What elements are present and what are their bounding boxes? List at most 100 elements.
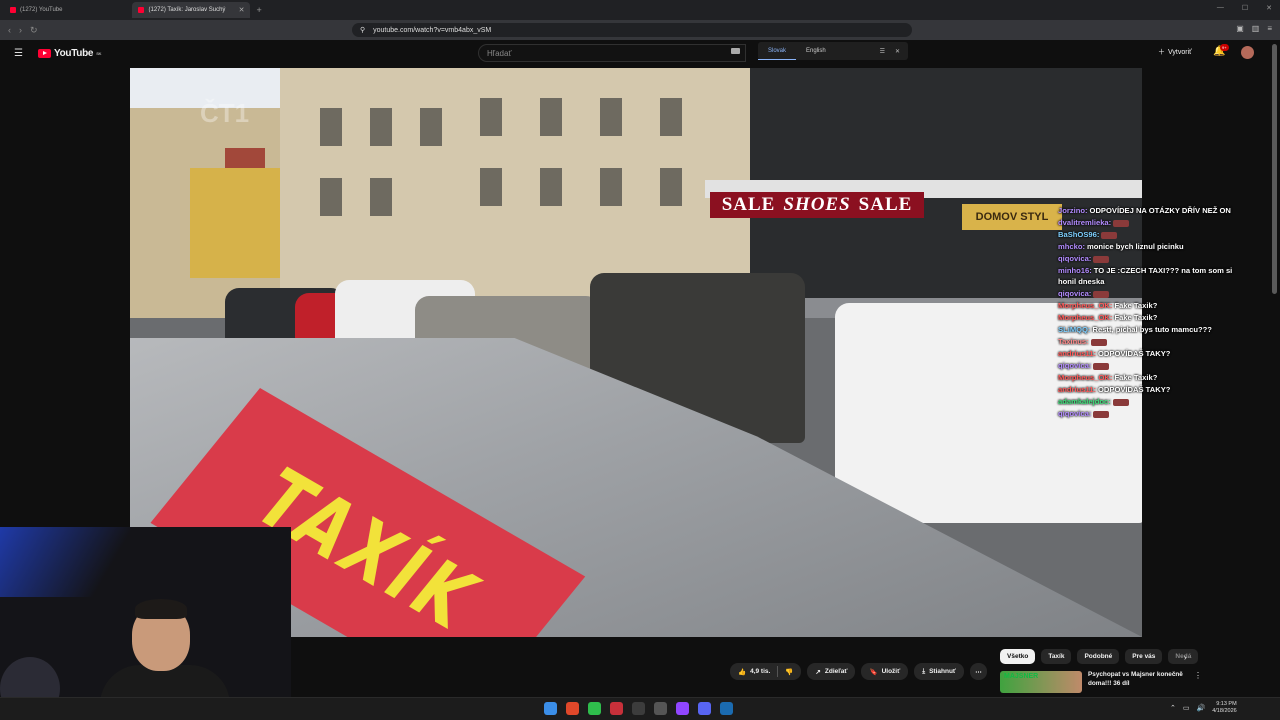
search-input[interactable]: Hľadať bbox=[478, 44, 746, 62]
chat-text: Fake Taxik? bbox=[1114, 301, 1158, 310]
chat-message: mhcko: monice bych liznul picinku bbox=[1058, 241, 1240, 252]
chip-for-you[interactable]: Pre vás bbox=[1125, 649, 1163, 664]
app-icon[interactable] bbox=[588, 702, 601, 715]
maximize-icon[interactable]: ☐ bbox=[1242, 4, 1248, 12]
steam-icon[interactable] bbox=[720, 702, 733, 715]
obs-icon[interactable] bbox=[654, 702, 667, 715]
chat-username[interactable]: qiqovica: bbox=[1058, 361, 1091, 370]
extensions-icon[interactable]: ▣ bbox=[1236, 24, 1244, 33]
site-info-icon[interactable]: ⚲ bbox=[360, 26, 365, 34]
bookmark-icon: 🔖 bbox=[869, 668, 878, 676]
discord-icon[interactable] bbox=[698, 702, 711, 715]
video-thumbnail[interactable]: MAJSNER bbox=[1000, 671, 1082, 693]
lang-english[interactable]: English bbox=[796, 42, 836, 60]
guide-menu-icon[interactable]: ☰ bbox=[14, 48, 23, 59]
page-scrollbar[interactable] bbox=[1272, 44, 1277, 294]
brave-browser-icon[interactable] bbox=[566, 702, 579, 715]
save-button[interactable]: 🔖 Uložiť bbox=[861, 663, 909, 680]
app-icon[interactable] bbox=[632, 702, 645, 715]
chat-message: BaShOS96: bbox=[1058, 229, 1240, 240]
menu-icon[interactable]: ≡ bbox=[1267, 24, 1272, 33]
chat-username[interactable]: qiqovica: bbox=[1058, 254, 1091, 263]
close-window-icon[interactable]: ✕ bbox=[1266, 4, 1272, 12]
chat-username[interactable]: minho16: bbox=[1058, 266, 1092, 275]
reload-icon[interactable]: ↻ bbox=[30, 25, 38, 36]
chat-username[interactable]: adamkalejdoc: bbox=[1058, 397, 1111, 406]
chat-text: Restt, pichal bys tuto mamcu??? bbox=[1092, 325, 1212, 334]
video-title[interactable]: Psychopat vs Majsner konečně doma!!! 36 … bbox=[1088, 671, 1188, 688]
logo-text: YouTube bbox=[54, 48, 94, 59]
windows-start-icon[interactable] bbox=[544, 702, 557, 715]
video-actions: 👍 4,9 tis. 👎 ↗ Zdieľať 🔖 Uložiť ⤓ Stiahn… bbox=[730, 663, 988, 680]
chip-all[interactable]: Všetko bbox=[1000, 649, 1036, 664]
browser-tab-active[interactable]: (1272) Taxík: Jaroslav Suchý ✕ bbox=[132, 2, 251, 18]
chat-message: Morpheus_OK: Fake Taxik? bbox=[1058, 372, 1240, 383]
chat-message: andrius11: ODPOVÍDAŠ TAKY? bbox=[1058, 348, 1240, 359]
video-menu-icon[interactable]: ⋮ bbox=[1194, 671, 1202, 680]
like-count: 4,9 tis. bbox=[750, 668, 771, 675]
chat-username[interactable]: qiqovica: bbox=[1058, 289, 1091, 298]
tray-chevron-icon[interactable]: ⌃ bbox=[1170, 704, 1176, 712]
chat-username[interactable]: BaShOS96: bbox=[1058, 230, 1099, 239]
browser-tab[interactable]: (1272) YouTube bbox=[4, 2, 68, 18]
clock[interactable]: 9:13 PM 4/18/2026 bbox=[1212, 701, 1236, 715]
chat-username[interactable]: Jorzino: bbox=[1058, 206, 1088, 215]
forward-icon[interactable]: › bbox=[19, 25, 22, 36]
chat-message: qiqovica: bbox=[1058, 408, 1240, 419]
chat-username[interactable]: Taxinus: bbox=[1058, 337, 1089, 346]
chat-message: dvalitremlieka: bbox=[1058, 217, 1240, 228]
webcam-overlay bbox=[0, 527, 291, 720]
create-button[interactable]: ＋ Vytvoriť bbox=[1158, 47, 1192, 57]
address-bar[interactable]: ⚲ youtube.com/watch?v=vmb4abx_vSM bbox=[352, 23, 912, 37]
tab-title: (1272) Taxík: Jaroslav Suchý bbox=[148, 7, 226, 13]
chat-message: adamkalejdoc: bbox=[1058, 396, 1240, 407]
chat-username[interactable]: SLiMQQ: bbox=[1058, 325, 1090, 334]
network-icon[interactable]: ▭ bbox=[1183, 704, 1190, 712]
channel-watermark: ČT1 bbox=[200, 98, 250, 128]
download-button[interactable]: ⤓ Stiahnuť bbox=[914, 663, 965, 680]
new-tab-button[interactable]: + bbox=[256, 5, 261, 15]
youtube-logo[interactable]: YouTube SK bbox=[38, 48, 101, 59]
taskbar-apps bbox=[544, 702, 733, 715]
chips-next-icon[interactable]: › bbox=[1184, 653, 1187, 662]
minimize-icon[interactable]: — bbox=[1217, 4, 1224, 12]
chat-username[interactable]: Morpheus_OK: bbox=[1058, 301, 1112, 310]
thumbs-down-icon[interactable]: 👎 bbox=[785, 668, 793, 676]
emote-icon bbox=[1093, 255, 1110, 263]
store-sign: DOMOV STYL bbox=[962, 204, 1062, 230]
more-actions-icon[interactable]: ⋯ bbox=[970, 663, 988, 680]
chip-similar[interactable]: Podobné bbox=[1077, 649, 1120, 664]
chat-username[interactable]: Morpheus_OK: bbox=[1058, 313, 1112, 322]
back-icon[interactable]: ‹ bbox=[8, 25, 11, 36]
keyboard-icon[interactable] bbox=[731, 48, 740, 54]
chat-message: qiqovica: bbox=[1058, 360, 1240, 371]
chat-username[interactable]: andrius11: bbox=[1058, 385, 1096, 394]
chat-username[interactable]: qiqovica: bbox=[1058, 409, 1091, 418]
close-tab-icon[interactable]: ✕ bbox=[239, 6, 245, 14]
translate-options-icon[interactable]: ☰ bbox=[880, 48, 885, 55]
emote-icon bbox=[1093, 290, 1110, 298]
sidebar-icon[interactable]: ▥ bbox=[1252, 24, 1260, 33]
chip-taxik[interactable]: Taxík bbox=[1041, 649, 1072, 664]
chat-username[interactable]: mhcko: bbox=[1058, 242, 1085, 251]
avatar[interactable] bbox=[1241, 46, 1254, 59]
app-icon[interactable] bbox=[610, 702, 623, 715]
lang-slovak[interactable]: Slovak bbox=[758, 42, 797, 60]
translate-close-icon[interactable]: ✕ bbox=[895, 48, 900, 55]
like-button[interactable]: 👍 4,9 tis. 👎 bbox=[730, 663, 802, 680]
window-controls: — ☐ ✕ bbox=[1217, 4, 1272, 12]
youtube-favicon-icon bbox=[138, 7, 145, 13]
twitch-icon[interactable] bbox=[676, 702, 689, 715]
chat-username[interactable]: Morpheus_OK: bbox=[1058, 373, 1112, 382]
thumbs-up-icon: 👍 bbox=[738, 668, 747, 676]
tab-title: (1272) YouTube bbox=[20, 7, 63, 13]
chat-text: Fake Taxik? bbox=[1114, 313, 1158, 322]
system-tray: ⌃ ▭ 🔊 9:13 PM 4/18/2026 bbox=[1170, 701, 1237, 715]
create-label: Vytvoriť bbox=[1168, 48, 1192, 56]
chat-username[interactable]: dvalitremlieka: bbox=[1058, 218, 1111, 227]
share-button[interactable]: ↗ Zdieľať bbox=[807, 663, 856, 680]
recommended-video[interactable]: MAJSNER Psychopat vs Majsner konečně dom… bbox=[1000, 671, 1202, 693]
chat-username[interactable]: andrius11: bbox=[1058, 349, 1096, 358]
chat-message: minho16: TO JE :CZECH TAXI??? na tom som … bbox=[1058, 265, 1240, 287]
volume-icon[interactable]: 🔊 bbox=[1197, 704, 1206, 712]
